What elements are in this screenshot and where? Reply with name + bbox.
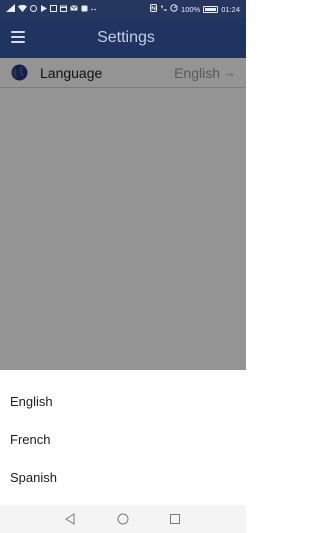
app-bar: Settings [0, 18, 246, 58]
status-time: 01:24 [221, 4, 240, 14]
battery-icon [203, 5, 219, 13]
language-option-english[interactable]: English [0, 382, 246, 420]
hamburger-menu-icon[interactable] [11, 31, 25, 43]
back-triangle-icon[interactable] [64, 513, 76, 525]
page-title: Settings [97, 29, 155, 46]
data-saver-icon [170, 4, 178, 14]
wifi-icon [18, 4, 27, 14]
more-notifications-icon [91, 6, 97, 13]
app-icon [81, 5, 88, 14]
signal-icon [6, 4, 15, 14]
battery-percent: 100% [181, 4, 201, 14]
home-circle-icon[interactable] [117, 513, 129, 525]
nfc-icon [150, 4, 158, 14]
status-bar: 100% 01:24 [0, 0, 246, 18]
language-option-spanish[interactable]: Spanish [0, 458, 246, 496]
status-bar-left-icons [6, 4, 97, 14]
notification-icon [30, 4, 37, 14]
gallery-icon [50, 4, 57, 14]
status-bar-right-icons: 100% 01:24 [150, 4, 240, 14]
mail-icon [70, 5, 78, 13]
language-option-french[interactable]: French [0, 420, 246, 458]
language-bottom-sheet: English French Spanish [0, 370, 246, 505]
play-icon [40, 4, 47, 14]
recents-square-icon[interactable] [169, 513, 181, 525]
calendar-icon [60, 5, 67, 14]
modal-scrim[interactable] [0, 58, 246, 370]
phone-icon [160, 5, 167, 14]
system-navigation-bar [0, 505, 246, 533]
